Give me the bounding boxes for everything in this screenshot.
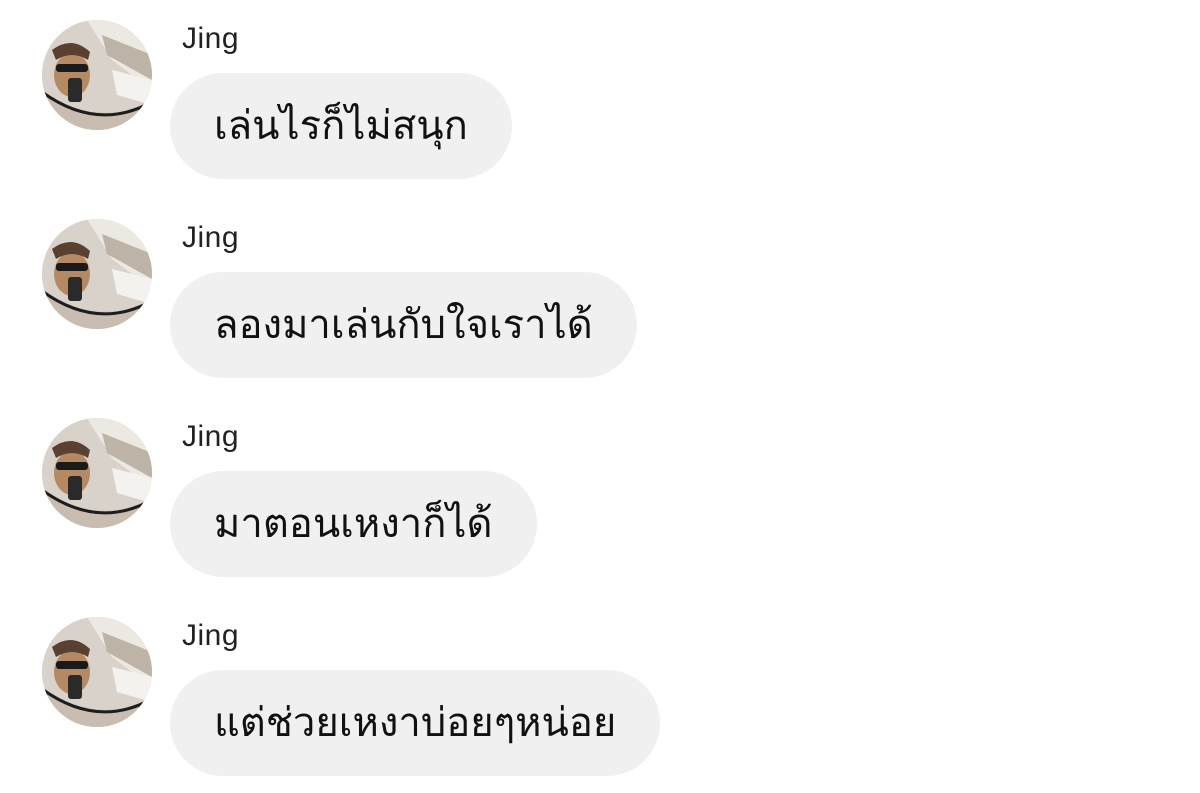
message-text: เล่นไรก็ไม่สนุก — [214, 103, 468, 149]
sender-name: Jing — [182, 420, 240, 453]
message-bubble[interactable]: มาตอนเหงาก็ได้ — [170, 471, 537, 577]
sender-name: Jing — [182, 22, 240, 55]
message-bubble[interactable]: เล่นไรก็ไม่สนุก — [170, 73, 512, 179]
sender-name: Jing — [182, 221, 240, 254]
sender-name: Jing — [182, 619, 240, 652]
message-group: Jing แต่ช่วยเหงาบ่อยๆหน่อย — [0, 597, 1200, 787]
avatar[interactable] — [42, 20, 152, 130]
message-bubble[interactable]: ลองมาเล่นกับใจเราได้ — [170, 272, 637, 378]
avatar[interactable] — [42, 219, 152, 329]
avatar-photo — [42, 20, 152, 130]
message-text: มาตอนเหงาก็ได้ — [214, 501, 493, 547]
message-text: แต่ช่วยเหงาบ่อยๆหน่อย — [214, 700, 617, 746]
message-text: ลองมาเล่นกับใจเราได้ — [214, 302, 593, 348]
avatar-photo — [42, 617, 152, 727]
avatar-photo — [42, 219, 152, 329]
avatar-photo — [42, 418, 152, 528]
avatar[interactable] — [42, 418, 152, 528]
message-group: Jing มาตอนเหงาก็ได้ — [0, 398, 1200, 588]
message-group: Jing ลองมาเล่นกับใจเราได้ — [0, 199, 1200, 389]
avatar[interactable] — [42, 617, 152, 727]
message-bubble[interactable]: แต่ช่วยเหงาบ่อยๆหน่อย — [170, 670, 661, 776]
message-group: Jing เล่นไรก็ไม่สนุก — [0, 0, 1200, 190]
chat-thread: Jing เล่นไรก็ไม่สนุก Jing ลองมาเล่นกับใจ… — [0, 0, 1200, 793]
